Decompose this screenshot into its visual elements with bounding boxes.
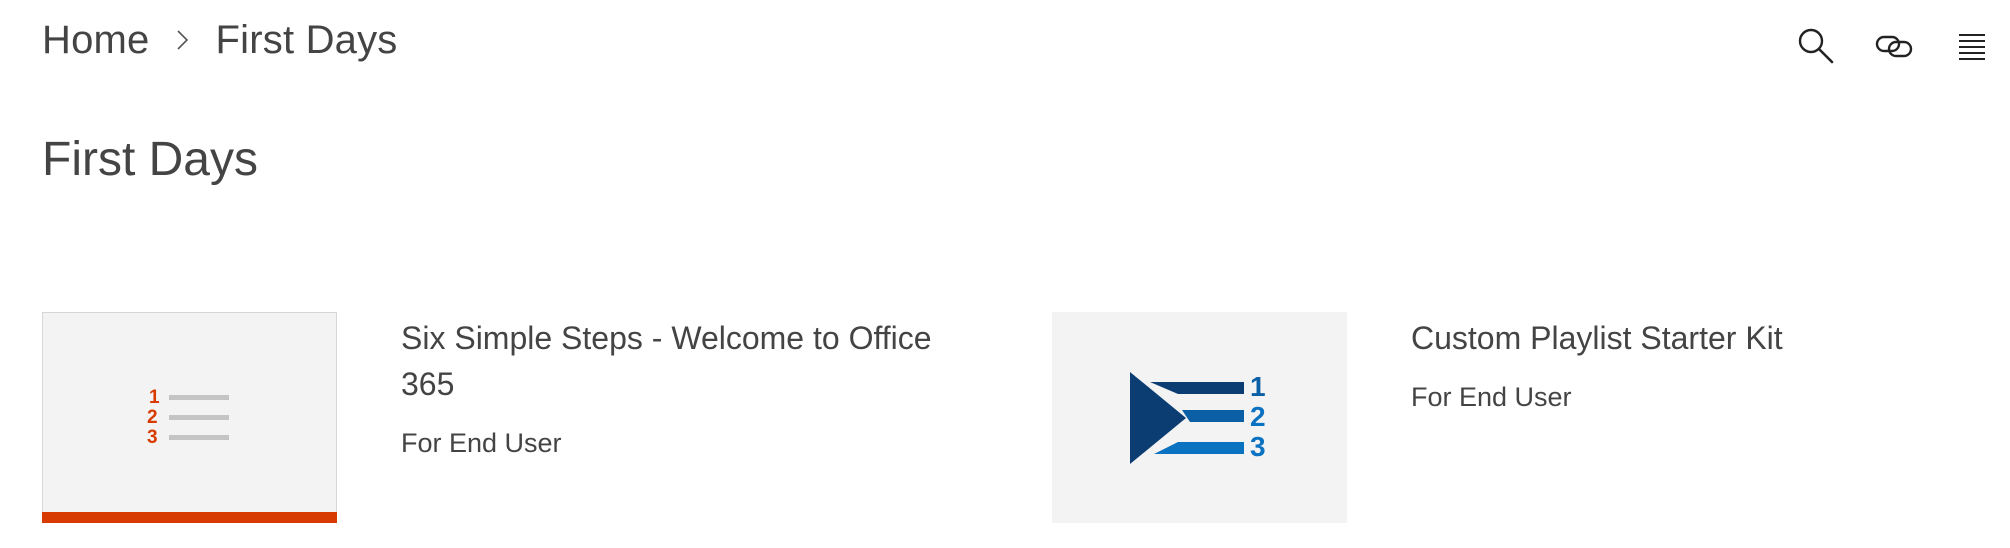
search-icon — [1796, 26, 1836, 66]
numbered-list-icon: 1 2 3 — [143, 385, 238, 445]
toolbar — [1792, 22, 1996, 70]
card-title[interactable]: Custom Playlist Starter Kit — [1411, 312, 1971, 361]
card-audience: For End User — [401, 428, 562, 458]
link-icon — [1874, 26, 1914, 66]
breadcrumb-home-link[interactable]: Home — [42, 18, 150, 63]
playlist-card[interactable]: 1 2 3 Six Simple Steps - Welcome to Offi… — [42, 312, 961, 523]
playlist-icon: 1 2 3 — [1130, 372, 1270, 467]
chevron-right-icon — [172, 25, 194, 55]
copy-link-button[interactable] — [1870, 22, 1918, 70]
card-thumbnail[interactable]: 1 2 3 — [1052, 312, 1347, 523]
card-text: Custom Playlist Starter Kit For End User — [1411, 312, 1971, 523]
accent-bar — [42, 512, 337, 523]
svg-text:2: 2 — [147, 407, 158, 428]
card-thumbnail[interactable]: 1 2 3 — [42, 312, 337, 523]
card-text: Six Simple Steps - Welcome to Office 365… — [401, 312, 961, 523]
card-audience: For End User — [1411, 382, 1572, 412]
breadcrumb-current: First Days — [215, 17, 398, 62]
page: Home First Days First Days 1 2 3 Six Sim… — [0, 0, 2010, 548]
card-title[interactable]: Six Simple Steps - Welcome to Office 365 — [401, 312, 961, 407]
svg-text:3: 3 — [147, 427, 158, 445]
svg-text:1: 1 — [1250, 372, 1266, 402]
svg-text:1: 1 — [149, 387, 160, 408]
svg-text:3: 3 — [1250, 431, 1266, 462]
svg-text:2: 2 — [1250, 401, 1266, 432]
playlist-card[interactable]: 1 2 3 Custom Playlist Starter Kit For En… — [1052, 312, 1971, 523]
menu-icon — [1955, 29, 1989, 63]
breadcrumb: Home First Days — [42, 14, 398, 66]
page-title: First Days — [42, 133, 258, 186]
menu-button[interactable] — [1948, 22, 1996, 70]
search-button[interactable] — [1792, 22, 1840, 70]
